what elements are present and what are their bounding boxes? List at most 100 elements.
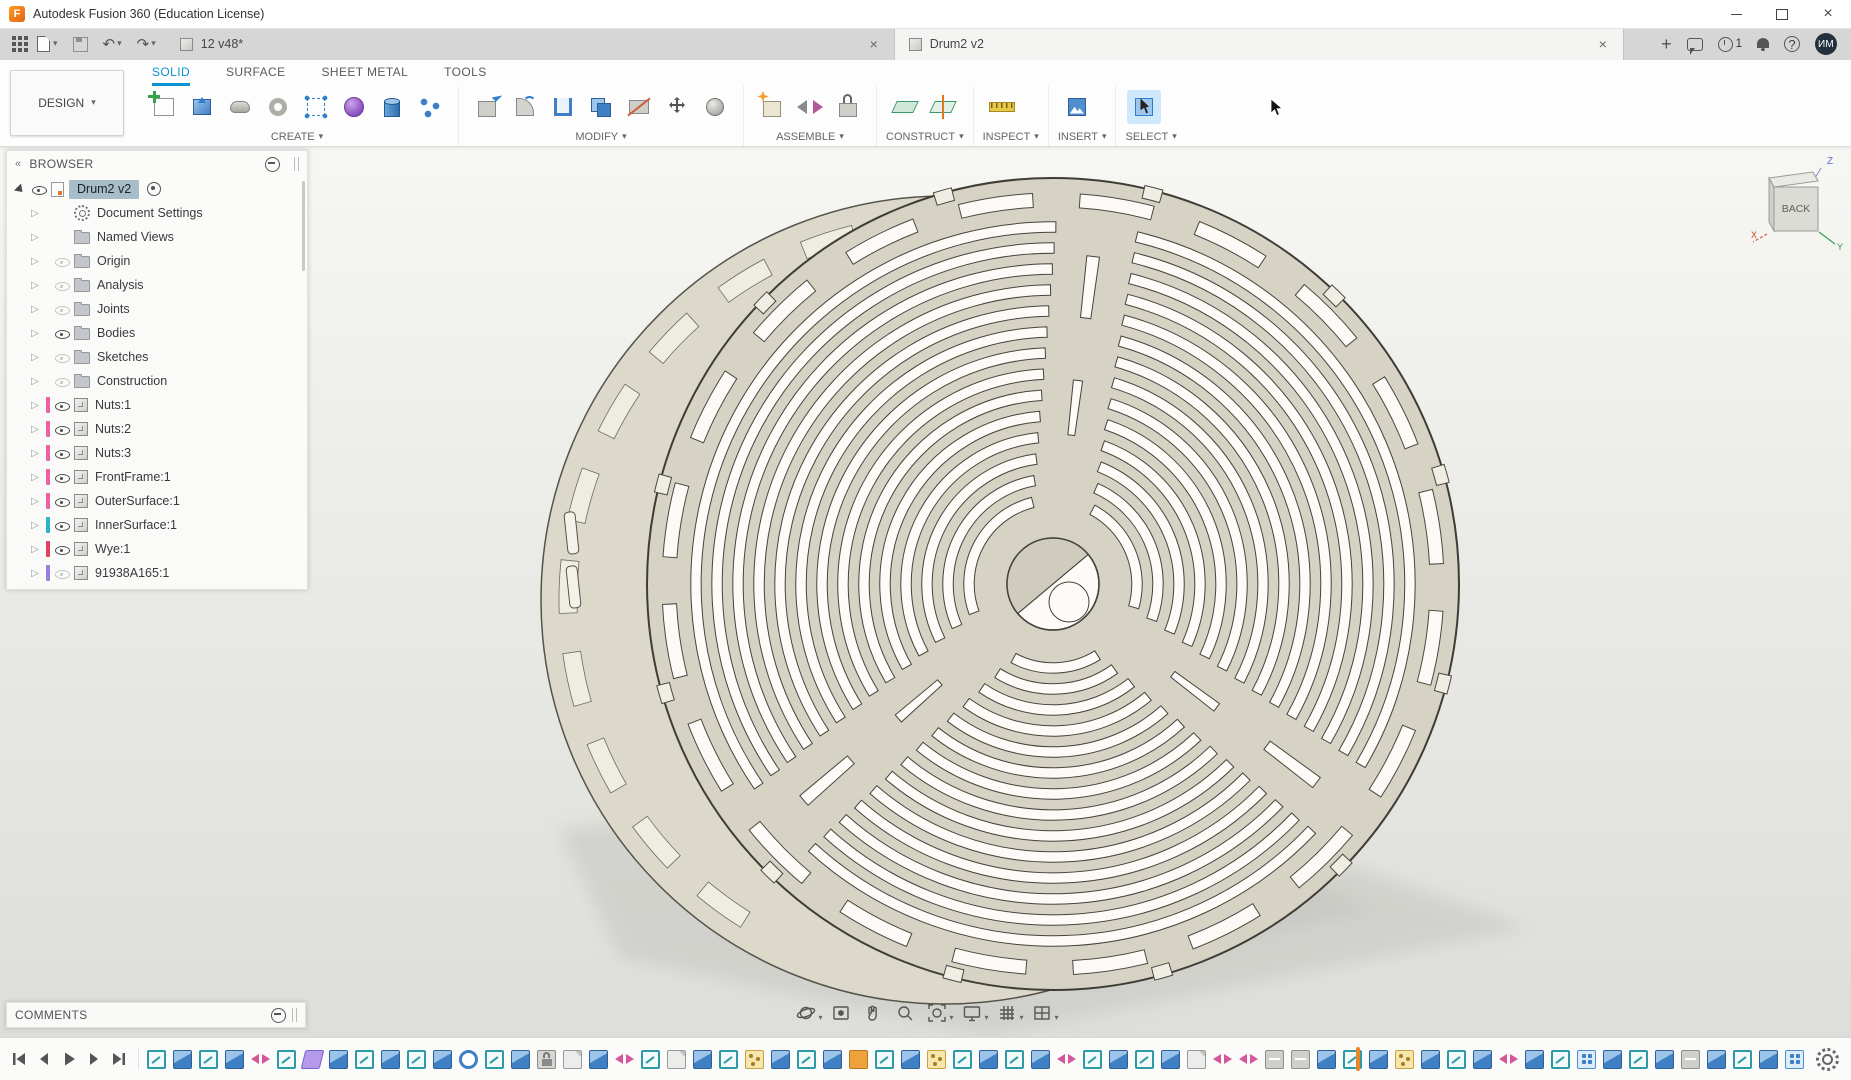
workspace-switcher-design[interactable]: DESIGN ▾ (10, 70, 124, 136)
timeline-feature-extrude[interactable] (1317, 1049, 1336, 1069)
timeline-feature-extrude[interactable] (1109, 1049, 1128, 1069)
expander-icon[interactable]: ▷ (29, 304, 41, 315)
viewports-icon[interactable] (1029, 999, 1056, 1026)
timeline-feature-pattern[interactable] (1577, 1049, 1596, 1069)
timeline-feature-sketch[interactable] (1551, 1049, 1570, 1069)
timeline-feature-point[interactable] (927, 1049, 946, 1069)
timeline-feature-joint[interactable] (1291, 1049, 1310, 1069)
joint-icon[interactable] (793, 90, 827, 124)
timeline-feature-move[interactable] (1499, 1050, 1518, 1069)
timeline-feature-extrude[interactable] (1421, 1049, 1440, 1069)
orbit-icon[interactable] (792, 999, 819, 1026)
browser-item-document-settings[interactable]: ▷ Document Settings (7, 201, 307, 225)
visibility-eye-icon[interactable] (55, 447, 70, 460)
timeline-feature-extrude[interactable] (1031, 1049, 1050, 1069)
viewcube-left-face[interactable] (1768, 176, 1775, 233)
timeline-feature-doc[interactable] (1187, 1049, 1206, 1069)
insert-dropdown[interactable]: INSERT ▾ (1058, 127, 1107, 146)
timeline-feature-extrude[interactable] (1473, 1049, 1492, 1069)
browser-item-origin[interactable]: ▷ Origin (7, 249, 307, 273)
browser-item-nuts-2[interactable]: ▷ Nuts:2 (7, 417, 307, 441)
document-tab-2[interactable]: Drum2 v2 × (894, 28, 1624, 60)
expander-icon[interactable]: ▷ (29, 328, 41, 339)
grid-and-snaps-icon[interactable] (994, 999, 1021, 1026)
timeline-play-icon[interactable] (58, 1048, 80, 1070)
timeline-feature-extrude[interactable] (979, 1049, 998, 1069)
browser-item-nuts-1[interactable]: ▷ Nuts:1 (7, 393, 307, 417)
visibility-eye-icon[interactable] (55, 471, 70, 484)
timeline-feature-sketch[interactable] (277, 1049, 296, 1069)
expander-icon[interactable]: ▷ (29, 520, 41, 531)
expander-icon[interactable]: ▷ (29, 376, 41, 387)
look-at-icon[interactable] (827, 999, 854, 1026)
move-icon[interactable] (660, 90, 694, 124)
browser-item-nuts-3[interactable]: ▷ Nuts:3 (7, 441, 307, 465)
timeline-feature-move[interactable] (1239, 1050, 1258, 1069)
expander-icon[interactable]: ▷ (29, 424, 41, 435)
maximize-button[interactable] (1759, 0, 1805, 28)
notifications-bell-icon[interactable] (1757, 38, 1769, 51)
shell-icon[interactable] (546, 90, 580, 124)
assemble-dropdown[interactable]: ASSEMBLE ▾ (753, 127, 867, 146)
timeline-feature-joint[interactable] (1265, 1049, 1284, 1069)
timeline-feature-sketch[interactable] (485, 1049, 504, 1069)
combine-icon[interactable] (584, 90, 618, 124)
activate-component-radio[interactable] (147, 182, 162, 196)
pattern-dots-icon[interactable] (413, 89, 447, 124)
primitive-cylinder-icon[interactable] (375, 90, 409, 124)
browser-header[interactable]: « BROWSER (7, 151, 307, 177)
visibility-eye-icon[interactable] (55, 399, 70, 412)
insert-image-icon[interactable] (1060, 90, 1094, 124)
timeline-feature-plane[interactable] (300, 1049, 325, 1069)
timeline-feature-joint[interactable] (1681, 1049, 1700, 1069)
browser-item-construction[interactable]: ▷ Construction (7, 369, 307, 393)
visibility-eye-icon[interactable] (55, 351, 70, 364)
appearance-icon[interactable] (698, 90, 732, 124)
timeline-feature-revolve[interactable] (459, 1049, 478, 1069)
timeline-feature-sketch[interactable] (1135, 1049, 1154, 1069)
visibility-eye-icon[interactable] (32, 183, 47, 196)
extrude-icon[interactable] (185, 90, 219, 124)
visibility-eye-icon[interactable] (55, 543, 70, 556)
collapse-panel-icon[interactable]: « (15, 158, 21, 170)
collapse-all-icon[interactable] (265, 156, 280, 172)
timeline-feature-sketch[interactable] (797, 1049, 816, 1069)
tab-surface[interactable]: SURFACE (226, 65, 285, 86)
browser-item-analysis[interactable]: ▷ Analysis (7, 273, 307, 297)
timeline-feature-doc[interactable] (667, 1049, 686, 1069)
visibility-eye-icon[interactable] (55, 495, 70, 508)
browser-item-91938a165-1[interactable]: ▷ 91938A165:1 (7, 561, 307, 585)
comments-panel[interactable]: COMMENTS (6, 1002, 306, 1028)
expander-icon[interactable]: ▷ (29, 208, 41, 219)
tab-tools[interactable]: TOOLS (444, 65, 486, 86)
new-component-icon[interactable] (755, 90, 789, 124)
timeline-feature-sketch[interactable] (1005, 1049, 1024, 1069)
expander-icon[interactable]: ▷ (29, 280, 41, 291)
tab-close-icon[interactable]: × (868, 36, 880, 52)
expander-icon[interactable]: ▷ (29, 448, 41, 459)
revolve-icon[interactable] (223, 90, 257, 124)
fillet-icon[interactable] (508, 90, 542, 124)
browser-item-bodies[interactable]: ▷ Bodies (7, 321, 307, 345)
timeline-feature-extrude[interactable] (771, 1049, 790, 1069)
help-icon[interactable]: ? (1784, 36, 1800, 52)
visibility-eye-icon[interactable] (55, 567, 70, 580)
timeline-feature-move[interactable] (1057, 1050, 1076, 1069)
timeline-feature-sketch[interactable] (1629, 1049, 1648, 1069)
timeline-skip-end-icon[interactable] (108, 1048, 130, 1070)
timeline-feature-extrude[interactable] (1759, 1049, 1778, 1069)
construction-axis-icon[interactable] (926, 90, 960, 124)
expander-icon[interactable]: ▷ (29, 400, 41, 411)
timeline-feature-sketch[interactable] (355, 1049, 374, 1069)
panel-grip[interactable] (292, 1008, 297, 1022)
browser-scrollbar[interactable] (302, 181, 305, 271)
expander-icon[interactable]: ▷ (29, 544, 41, 555)
viewcube-top-face[interactable] (1768, 171, 1819, 188)
visibility-eye-icon[interactable] (55, 303, 70, 316)
tab-sheet-metal[interactable]: SHEET METAL (322, 65, 409, 86)
expander-icon[interactable]: ▷ (29, 472, 41, 483)
browser-item-wye-1[interactable]: ▷ Wye:1 (7, 537, 307, 561)
panel-grip[interactable] (294, 157, 299, 171)
visibility-eye-icon[interactable] (55, 423, 70, 436)
job-status-icon[interactable] (1717, 36, 1733, 52)
